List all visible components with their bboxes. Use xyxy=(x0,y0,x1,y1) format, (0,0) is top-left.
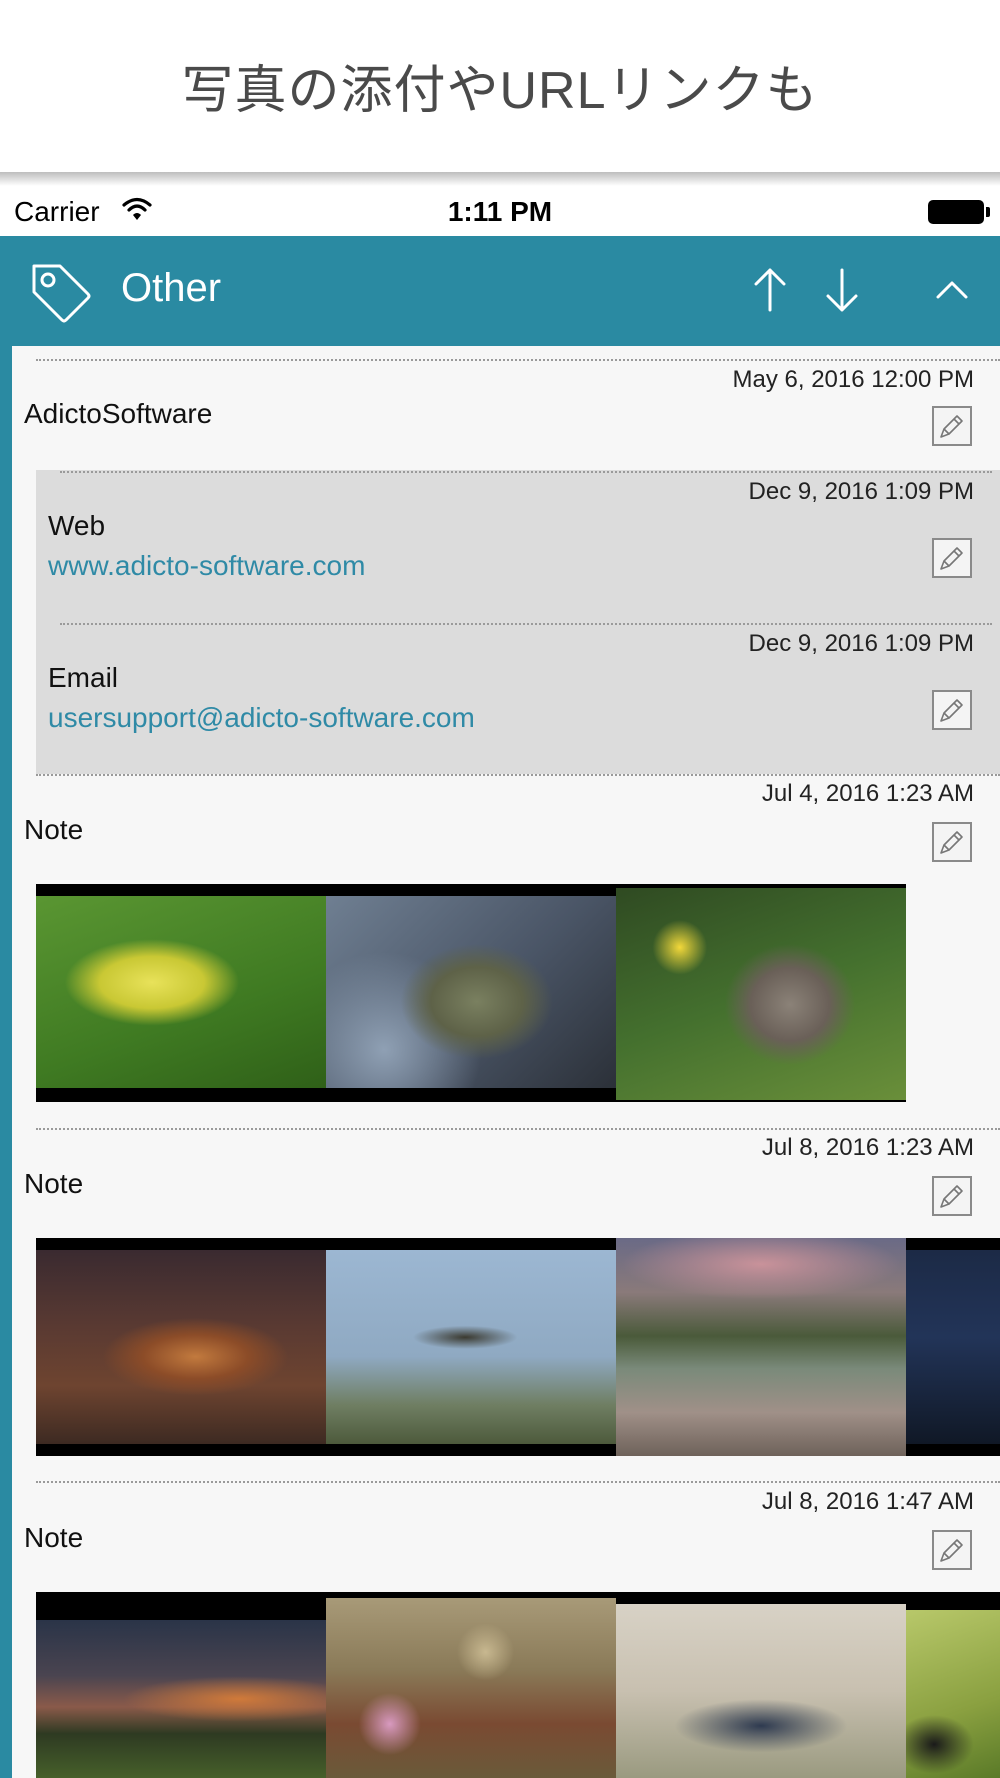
status-bar: Carrier 1:11 PM xyxy=(0,186,1000,236)
bird-closeup-photo[interactable] xyxy=(906,1610,1000,1778)
mountain-lake-photo[interactable] xyxy=(616,1238,906,1456)
status-time: 1:11 PM xyxy=(447,196,553,227)
photo-strip[interactable] xyxy=(36,1238,1000,1456)
entry-list: May 6, 2016 12:00 PM AdictoSoftware Dec … xyxy=(12,346,1000,1778)
arrow-up-icon xyxy=(754,268,786,312)
promo-header: 写真の添付やURLリンクも xyxy=(0,0,1000,175)
tag-icon xyxy=(28,260,94,331)
cat-photo[interactable] xyxy=(616,888,906,1100)
battery-icon xyxy=(928,200,984,224)
pencil-icon xyxy=(940,415,963,438)
nav-bar: Other xyxy=(0,236,1000,346)
edit-button[interactable] xyxy=(932,538,972,578)
entry-date: May 6, 2016 12:00 PM xyxy=(732,366,974,393)
edit-button[interactable] xyxy=(932,1176,972,1216)
bird-on-plant-photo[interactable] xyxy=(326,1598,616,1778)
email-link[interactable]: usersupport@adicto-software.com xyxy=(48,702,475,734)
chevron-up-icon xyxy=(936,281,968,299)
snake-photo[interactable] xyxy=(616,1604,906,1778)
canyon-photo[interactable] xyxy=(36,1250,326,1444)
entry-separator xyxy=(36,359,1000,361)
night-sky-photo[interactable] xyxy=(906,1250,1000,1444)
move-up-button[interactable] xyxy=(742,262,798,318)
entry-date: Dec 9, 2016 1:09 PM xyxy=(748,630,974,657)
pencil-icon xyxy=(940,547,963,570)
edit-button[interactable] xyxy=(932,406,972,446)
entry-date: Dec 9, 2016 1:09 PM xyxy=(748,478,974,505)
pencil-icon xyxy=(940,831,963,854)
entry-title[interactable]: Note xyxy=(24,1168,83,1200)
battery-tip xyxy=(986,207,990,217)
entry-date: Jul 4, 2016 1:23 AM xyxy=(761,780,974,807)
sunset-field-photo[interactable] xyxy=(36,1620,326,1778)
nav-title: Other xyxy=(121,266,222,310)
collapse-button[interactable] xyxy=(924,262,980,318)
device-top-shadow xyxy=(0,172,1000,186)
entry-separator xyxy=(60,623,992,625)
edit-button[interactable] xyxy=(932,822,972,862)
url-link[interactable]: www.adicto-software.com xyxy=(48,550,365,582)
entry-separator xyxy=(60,471,992,473)
entry-date: Jul 8, 2016 1:23 AM xyxy=(761,1134,974,1161)
entry-title[interactable]: Email xyxy=(48,662,118,694)
entry-title[interactable]: AdictoSoftware xyxy=(24,398,212,430)
entry-title[interactable]: Note xyxy=(24,814,83,846)
entry-separator xyxy=(36,1128,1000,1130)
category-color-strip xyxy=(0,346,12,1778)
photo-strip[interactable] xyxy=(36,1592,1000,1778)
edit-button[interactable] xyxy=(932,690,972,730)
edit-button[interactable] xyxy=(932,1530,972,1570)
photo-strip[interactable] xyxy=(36,884,906,1102)
entry-separator xyxy=(36,1481,1000,1483)
dragonfly-photo[interactable] xyxy=(326,1250,616,1444)
entry-title[interactable]: Note xyxy=(24,1522,83,1554)
move-down-button[interactable] xyxy=(814,262,870,318)
pencil-icon xyxy=(940,1185,963,1208)
entry-separator xyxy=(36,774,1000,776)
pencil-icon xyxy=(940,699,963,722)
arrow-down-icon xyxy=(826,268,858,312)
daffodil-bud-photo[interactable] xyxy=(36,896,326,1088)
frogs-photo[interactable] xyxy=(326,896,616,1088)
entry-title[interactable]: Web xyxy=(48,510,105,542)
pencil-icon xyxy=(940,1539,963,1562)
promo-headline: 写真の添付やURLリンクも xyxy=(181,62,819,120)
entry-date: Jul 8, 2016 1:47 AM xyxy=(761,1488,974,1515)
